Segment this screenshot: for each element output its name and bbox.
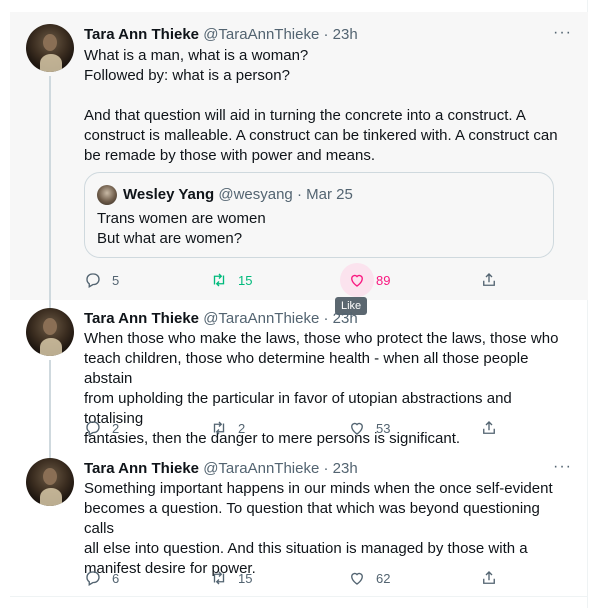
tweet-text: Something important happens in our minds…: [84, 479, 574, 579]
tweet-header: Tara Ann Thieke @TaraAnnThieke · 23h: [84, 459, 358, 479]
author-handle[interactable]: @TaraAnnThieke: [203, 26, 319, 43]
separator-dot: ·: [323, 460, 329, 477]
thread-connector-line: [49, 360, 51, 450]
retweet-count: 2: [238, 420, 246, 436]
reply-count: 6: [112, 570, 120, 586]
tweet-text-line: What is a man, what is a woman?: [84, 47, 309, 64]
retweet-button[interactable]: 15: [210, 270, 252, 290]
quoted-header: Wesley Yang @wesyang · Mar 25: [123, 185, 353, 205]
tweet-card[interactable]: Tara Ann Thieke @TaraAnnThieke · 23h Whe…: [10, 300, 588, 450]
tweet-text-line: And that question will aid in turning th…: [84, 107, 526, 124]
thread-connector-line: [49, 450, 51, 458]
thread-connector-line: [49, 300, 51, 308]
tweet-text-line: Something important happens in our minds…: [84, 480, 553, 497]
tweet-text-line: construct is malleable. A construct can …: [84, 127, 558, 144]
tweet-card[interactable]: Tara Ann Thieke @TaraAnnThieke · 23h ···…: [10, 12, 588, 300]
like-count: 89: [376, 272, 391, 288]
avatar[interactable]: [26, 308, 74, 356]
heart-icon: [351, 572, 363, 585]
separator-dot: ·: [323, 310, 329, 327]
retweet-count: 15: [238, 570, 253, 586]
author-handle[interactable]: @TaraAnnThieke: [203, 460, 319, 477]
share-icon: [483, 421, 495, 434]
author-name[interactable]: Tara Ann Thieke: [84, 26, 199, 43]
action-bar: 2 2 53: [84, 418, 514, 438]
share-button[interactable]: [480, 270, 498, 290]
share-button[interactable]: [480, 418, 498, 438]
retweet-button[interactable]: 2: [210, 418, 245, 438]
quoted-author-handle: @wesyang: [218, 186, 293, 203]
reply-count: 5: [112, 272, 120, 288]
quoted-text-line: But what are women?: [97, 230, 243, 247]
retweet-icon: [213, 421, 225, 435]
timestamp[interactable]: 23h: [333, 26, 358, 43]
like-count: 53: [376, 420, 391, 436]
tweet-text-line: becomes a question. To question that whi…: [84, 500, 545, 537]
separator-dot: ·: [323, 26, 329, 43]
author-handle[interactable]: @TaraAnnThieke: [203, 310, 319, 327]
avatar[interactable]: [26, 458, 74, 506]
quoted-avatar: [97, 185, 117, 205]
reply-button[interactable]: 5: [84, 270, 119, 290]
quoted-author-name: Wesley Yang: [123, 186, 215, 203]
like-button[interactable]: 53: [348, 418, 390, 438]
retweet-count: 15: [238, 272, 253, 288]
quoted-timestamp: Mar 25: [306, 186, 353, 203]
tweet-text-line: all else into question. And this situati…: [84, 540, 528, 557]
quoted-tweet[interactable]: Wesley Yang @wesyang · Mar 25 Trans wome…: [84, 172, 554, 258]
author-name[interactable]: Tara Ann Thieke: [84, 460, 199, 477]
tweet-text-line: When those who make the laws, those who …: [84, 330, 559, 347]
share-icon: [483, 571, 495, 584]
right-gutter: [587, 0, 600, 608]
timestamp[interactable]: 23h: [333, 310, 358, 327]
tweet-text-line: [84, 86, 564, 106]
reply-icon: [86, 273, 100, 288]
timestamp[interactable]: 23h: [333, 460, 358, 477]
reply-icon: [86, 571, 100, 586]
tweet-header: Tara Ann Thieke @TaraAnnThieke · 23h: [84, 309, 358, 329]
heart-icon: [351, 274, 363, 287]
bottom-divider: [10, 596, 588, 597]
author-name[interactable]: Tara Ann Thieke: [84, 310, 199, 327]
reply-icon: [86, 421, 100, 436]
tweet-text-line: teach children, those who determine heal…: [84, 350, 533, 387]
action-bar: 6 15 62: [84, 568, 514, 588]
separator-dot: ·: [296, 186, 302, 203]
heart-icon: [351, 422, 363, 435]
retweet-button[interactable]: 15: [210, 568, 252, 588]
tweet-card[interactable]: Tara Ann Thieke @TaraAnnThieke · 23h ···…: [10, 450, 588, 596]
quoted-text: Trans women are women But what are women…: [97, 209, 266, 249]
tweet-header: Tara Ann Thieke @TaraAnnThieke · 23h: [84, 25, 358, 45]
reply-button[interactable]: 6: [84, 568, 119, 588]
thread-connector-line: [49, 76, 51, 300]
tweet-text-line: Followed by: what is a person?: [84, 67, 290, 84]
reply-count: 2: [112, 420, 120, 436]
reply-button[interactable]: 2: [84, 418, 119, 438]
share-icon: [483, 273, 495, 286]
like-count: 62: [376, 570, 391, 586]
retweet-icon: [213, 273, 225, 287]
like-button[interactable]: 89: [340, 263, 391, 297]
avatar[interactable]: [26, 24, 74, 72]
action-bar: 5 15 89: [84, 263, 514, 297]
more-options-icon[interactable]: ···: [553, 24, 572, 42]
more-options-icon[interactable]: ···: [553, 458, 572, 476]
retweet-icon: [213, 571, 225, 585]
share-button[interactable]: [480, 568, 498, 588]
left-gutter: [0, 0, 10, 608]
tweet-text: What is a man, what is a woman? Followed…: [84, 46, 564, 166]
quoted-text-line: Trans women are women: [97, 210, 266, 227]
tweet-text-line: be remade by those with power and means.: [84, 147, 375, 164]
like-button[interactable]: 62: [348, 568, 390, 588]
